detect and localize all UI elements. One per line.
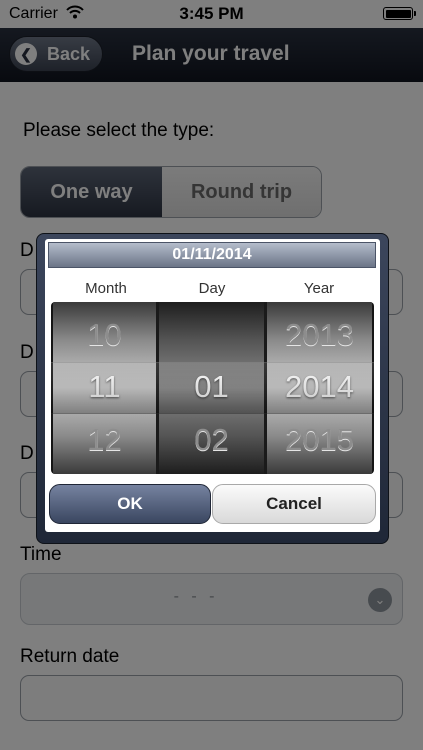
year-option: 2015 xyxy=(285,422,354,457)
day-column-label: Day xyxy=(198,280,226,297)
date-picker-dialog: 01/11/2014 Month Day Year 10 11 12 01 02… xyxy=(36,233,389,544)
date-picker-wheels: 10 11 12 01 02 2013 2014 2015 xyxy=(51,302,374,474)
date-picker-panel: 01/11/2014 Month Day Year 10 11 12 01 02… xyxy=(45,239,380,532)
year-selected: 2014 xyxy=(285,369,354,404)
month-option: 12 xyxy=(87,422,122,457)
year-wheel[interactable]: 2013 2014 2015 xyxy=(267,302,372,474)
ok-button[interactable]: OK xyxy=(49,484,211,524)
day-wheel[interactable]: 01 02 xyxy=(159,302,264,474)
year-option: 2013 xyxy=(285,317,354,352)
month-selected: 11 xyxy=(88,369,121,404)
day-selected: 01 xyxy=(194,369,229,404)
cancel-button[interactable]: Cancel xyxy=(212,484,376,524)
month-option: 10 xyxy=(87,317,122,352)
month-column-label: Month xyxy=(85,280,127,297)
dialog-title: 01/11/2014 xyxy=(48,242,376,268)
month-wheel[interactable]: 10 11 12 xyxy=(53,302,156,474)
year-column-label: Year xyxy=(303,280,335,297)
day-option: 02 xyxy=(194,422,229,457)
